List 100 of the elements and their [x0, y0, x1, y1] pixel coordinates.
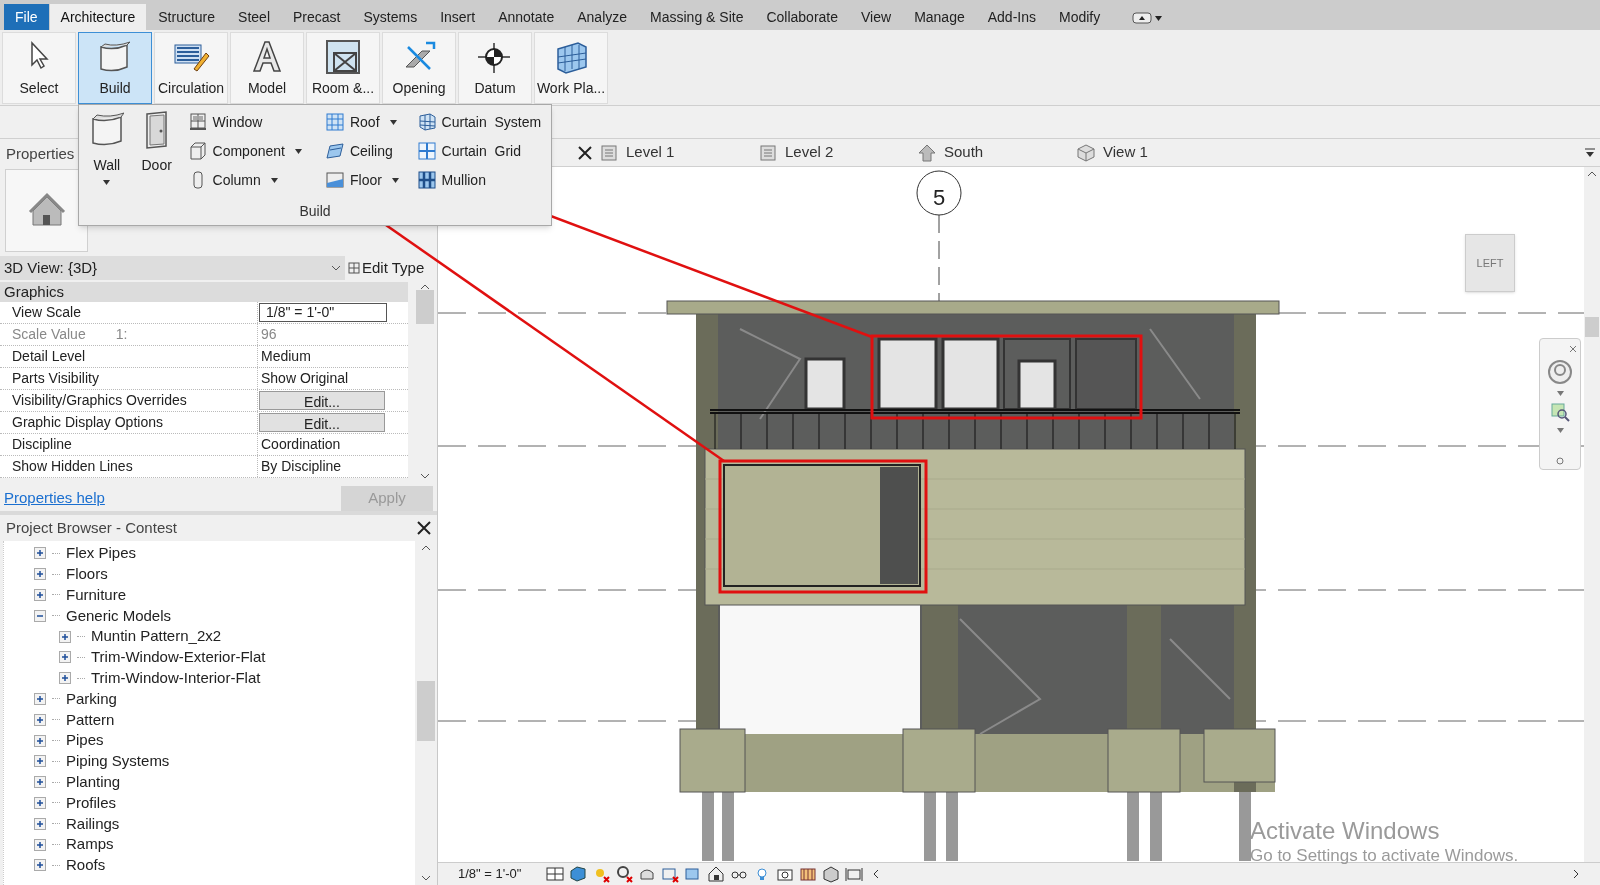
type-selector[interactable]: 3D View: {3D}	[0, 256, 345, 281]
ribbon-tool-button[interactable]: Mullion	[415, 167, 551, 193]
property-name: Parts Visibility	[12, 369, 99, 389]
ribbon-tab[interactable]: Manage	[903, 4, 976, 30]
ribbon-tool-button[interactable]: Window	[186, 109, 318, 135]
tree-item[interactable]: Flex Pipes	[66, 542, 137, 565]
file-tab[interactable]: File	[4, 4, 49, 30]
ribbon-tab[interactable]: Insert	[429, 4, 487, 30]
expand-toggle[interactable]	[34, 692, 46, 705]
chevron-down-icon	[420, 473, 430, 480]
property-prefix: 1:	[115, 325, 128, 345]
ribbon-tool-button[interactable]: Ceiling	[323, 138, 410, 164]
expand-toggle[interactable]	[34, 838, 46, 851]
ribbon-tool-button[interactable]: Floor	[323, 167, 410, 193]
scrollbar-thumb[interactable]	[1585, 317, 1599, 337]
expand-toggle[interactable]	[59, 651, 71, 664]
edit-type-button[interactable]: Edit Type	[348, 257, 425, 280]
tree-item[interactable]: Ramps	[66, 833, 114, 856]
ribbon-tab[interactable]: Structure	[147, 4, 227, 30]
grid-bubble	[916, 170, 962, 216]
tree-item[interactable]: Pipes	[66, 729, 104, 752]
property-name: Detail Level	[12, 347, 86, 367]
expand-toggle[interactable]	[34, 859, 46, 872]
ribbon-tool-button[interactable]: Roof	[323, 109, 410, 135]
scrollbar-thumb[interactable]	[417, 681, 435, 741]
expand-toggle[interactable]	[59, 630, 71, 643]
expand-toggle[interactable]	[34, 817, 46, 830]
panel-title: Properties	[6, 143, 75, 164]
tree-item[interactable]: Furniture	[66, 583, 127, 607]
tree-item[interactable]: Railings	[66, 812, 120, 835]
plus-icon	[36, 736, 44, 745]
expand-toggle[interactable]	[34, 734, 46, 747]
plus-icon	[36, 715, 44, 724]
group-header: Graphics	[0, 282, 408, 303]
ribbon-button[interactable]: Model	[230, 32, 304, 104]
tree-item[interactable]: Pattern	[66, 708, 115, 732]
document-tab[interactable]: View 1	[1077, 141, 1236, 164]
tree-item[interactable]: Parking	[66, 687, 117, 711]
tree-item[interactable]: Piping Systems	[66, 750, 170, 773]
tree-item[interactable]: Trim-Window-Exterior-Flat	[91, 646, 266, 669]
ribbon-tab[interactable]: Steel	[227, 4, 281, 30]
ribbon-button[interactable]: Build	[78, 32, 152, 104]
ribbon-tab[interactable]: Architecture	[49, 4, 147, 30]
property-value: Coordination	[260, 435, 342, 455]
ribbon-button[interactable]: Work Pla...	[534, 32, 608, 104]
ribbon-button[interactable]: Room &...	[306, 32, 380, 104]
ribbon-tab[interactable]: View	[850, 4, 903, 30]
close-icon	[578, 145, 592, 160]
ribbon-button[interactable]: Datum	[458, 32, 532, 104]
plan-view-icon	[600, 143, 618, 162]
ribbon-tab[interactable]: Add-Ins	[976, 4, 1047, 30]
ribbon-tab[interactable]: Modify	[1047, 4, 1112, 30]
ribbon-button[interactable]: Opening	[382, 32, 456, 104]
ribbon-button[interactable]: Select	[2, 32, 76, 104]
ribbon-tool-button[interactable]: Door	[132, 109, 181, 197]
expand-toggle[interactable]	[59, 672, 71, 685]
property-name: Graphic Display Options	[12, 413, 163, 433]
visual-style-icon	[569, 865, 588, 883]
ribbon-tab[interactable]: Annotate	[487, 4, 566, 30]
tree-item[interactable]: Profiles	[66, 791, 117, 815]
expand-toggle[interactable]	[34, 547, 46, 560]
tree-item[interactable]: Trim-Window-Interior-Flat	[91, 666, 261, 690]
ribbon-tab[interactable]: Analyze	[566, 4, 639, 30]
tree-item[interactable]: Floors	[66, 562, 108, 586]
view-cube[interactable]: LEFT	[1465, 234, 1515, 292]
view-scale[interactable]: 1/8" = 1'-0"	[458, 864, 522, 884]
tree-item[interactable]: Planting	[66, 770, 121, 794]
ribbon-tab[interactable]: Collaborate	[755, 4, 850, 30]
tree-item[interactable]: Roofs	[66, 854, 106, 877]
scrollbar-thumb[interactable]	[416, 289, 434, 324]
expand-toggle[interactable]	[34, 609, 46, 622]
ribbon-tool-button[interactable]: Component	[186, 138, 318, 164]
room-frame-icon	[324, 39, 362, 75]
help-link[interactable]: Properties help	[4, 486, 105, 510]
ribbon-tab[interactable]: Precast	[282, 4, 352, 30]
property-value-field[interactable]: 1/8" = 1'-0"	[259, 303, 387, 323]
scrollbar[interactable]	[1584, 167, 1600, 862]
ribbon-tab[interactable]: Massing & Site	[639, 4, 755, 30]
expand-toggle[interactable]	[34, 776, 46, 789]
ribbon-tool-button[interactable]: Column	[186, 167, 318, 193]
document-tab[interactable]: Level 1	[600, 141, 759, 164]
ribbon-button[interactable]: Circulation	[154, 32, 228, 104]
expand-toggle[interactable]	[34, 755, 46, 768]
expand-toggle[interactable]	[34, 713, 46, 726]
ribbon-tool-button[interactable]: Curtain Grid	[415, 138, 551, 164]
tree-item[interactable]: Generic Models	[66, 604, 172, 628]
expand-toggle[interactable]	[34, 796, 46, 809]
plus-icon	[36, 570, 44, 579]
plus-icon	[61, 653, 69, 662]
document-tab[interactable]: South	[918, 141, 1077, 164]
plus-icon	[36, 549, 44, 558]
document-tab[interactable]: Level 2	[759, 141, 918, 164]
ribbon-tool-button[interactable]: Wall	[83, 109, 131, 197]
ribbon-tab[interactable]: Systems	[352, 4, 429, 30]
edit-button[interactable]: Edit...	[259, 391, 385, 411]
edit-button[interactable]: Edit...	[259, 413, 385, 433]
tree-item[interactable]: Muntin Pattern_2x2	[91, 625, 222, 648]
expand-toggle[interactable]	[34, 568, 46, 581]
expand-toggle[interactable]	[34, 589, 46, 601]
ribbon-tool-button[interactable]: Curtain System	[415, 109, 551, 135]
